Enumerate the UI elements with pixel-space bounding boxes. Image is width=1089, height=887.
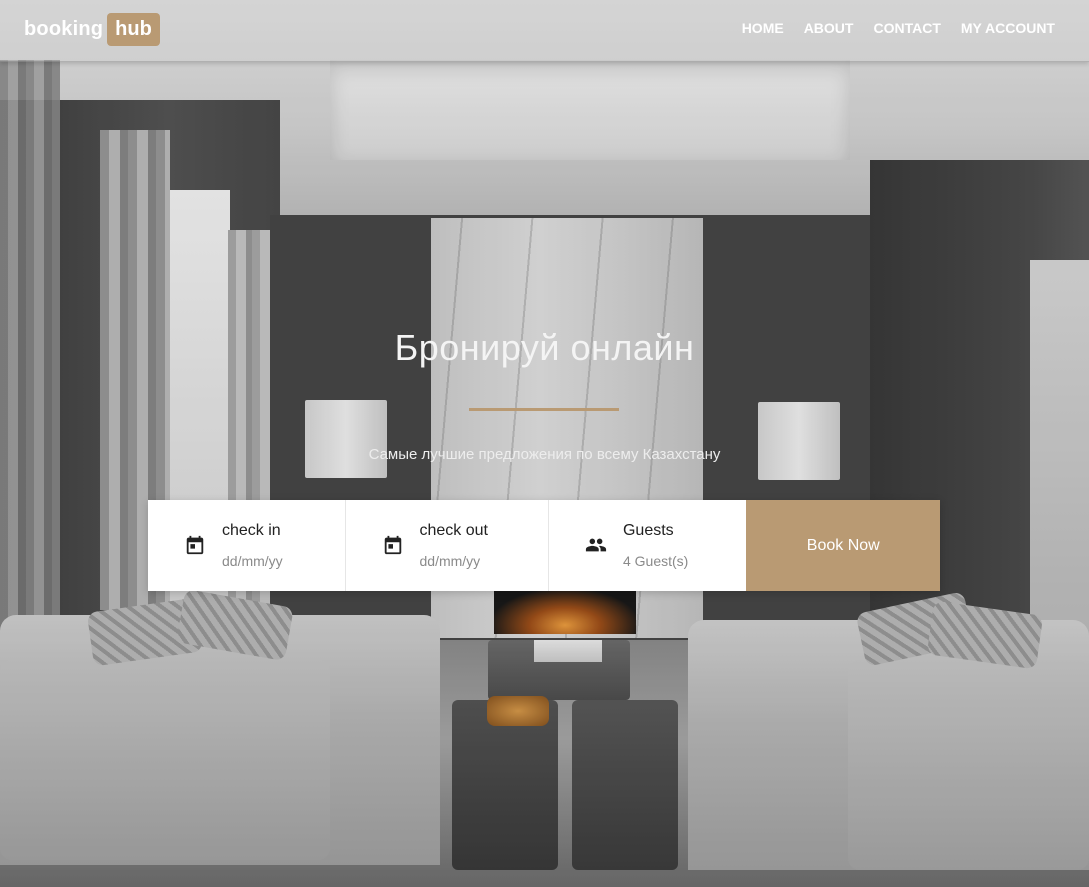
guests-label: Guests: [622, 522, 674, 539]
guests-value: 4 Guest(s): [622, 553, 689, 569]
nav-my-account[interactable]: MY ACCOUNT: [961, 20, 1055, 36]
nav-about[interactable]: ABOUT: [804, 20, 854, 36]
guests-field[interactable]: Guests 4 Guest(s): [549, 500, 747, 591]
logo[interactable]: booking hub: [24, 10, 160, 48]
hero-title: Бронируй онлайн: [394, 327, 695, 368]
navbar: booking hub HOME ABOUT CONTACT MY ACCOUN…: [0, 0, 1089, 62]
calendar-icon: [382, 534, 404, 556]
hero-overlay: [0, 0, 1089, 887]
check-in-field[interactable]: check in dd/mm/yy: [148, 500, 346, 591]
hero-section: booking hub HOME ABOUT CONTACT MY ACCOUN…: [0, 0, 1089, 887]
hero-divider: [469, 408, 619, 411]
hero-subtitle: Самые лучшие предложения по всему Казахс…: [368, 446, 721, 463]
booking-form: check in dd/mm/yy check out dd/mm/yy Gue…: [148, 500, 940, 591]
main-nav: HOME ABOUT CONTACT MY ACCOUNT: [742, 0, 1089, 56]
nav-home[interactable]: HOME: [742, 20, 784, 36]
book-now-button[interactable]: Book Now: [746, 500, 940, 591]
calendar-icon: [184, 534, 206, 556]
check-out-label: check out: [419, 522, 488, 539]
logo-text: booking: [24, 17, 104, 40]
logo-badge: hub: [107, 12, 160, 46]
nav-contact[interactable]: CONTACT: [873, 20, 940, 36]
check-out-value: dd/mm/yy: [419, 553, 481, 569]
check-in-label: check in: [222, 522, 281, 539]
people-icon: [585, 534, 607, 556]
check-out-field[interactable]: check out dd/mm/yy: [346, 500, 549, 591]
check-in-value: dd/mm/yy: [222, 553, 283, 569]
